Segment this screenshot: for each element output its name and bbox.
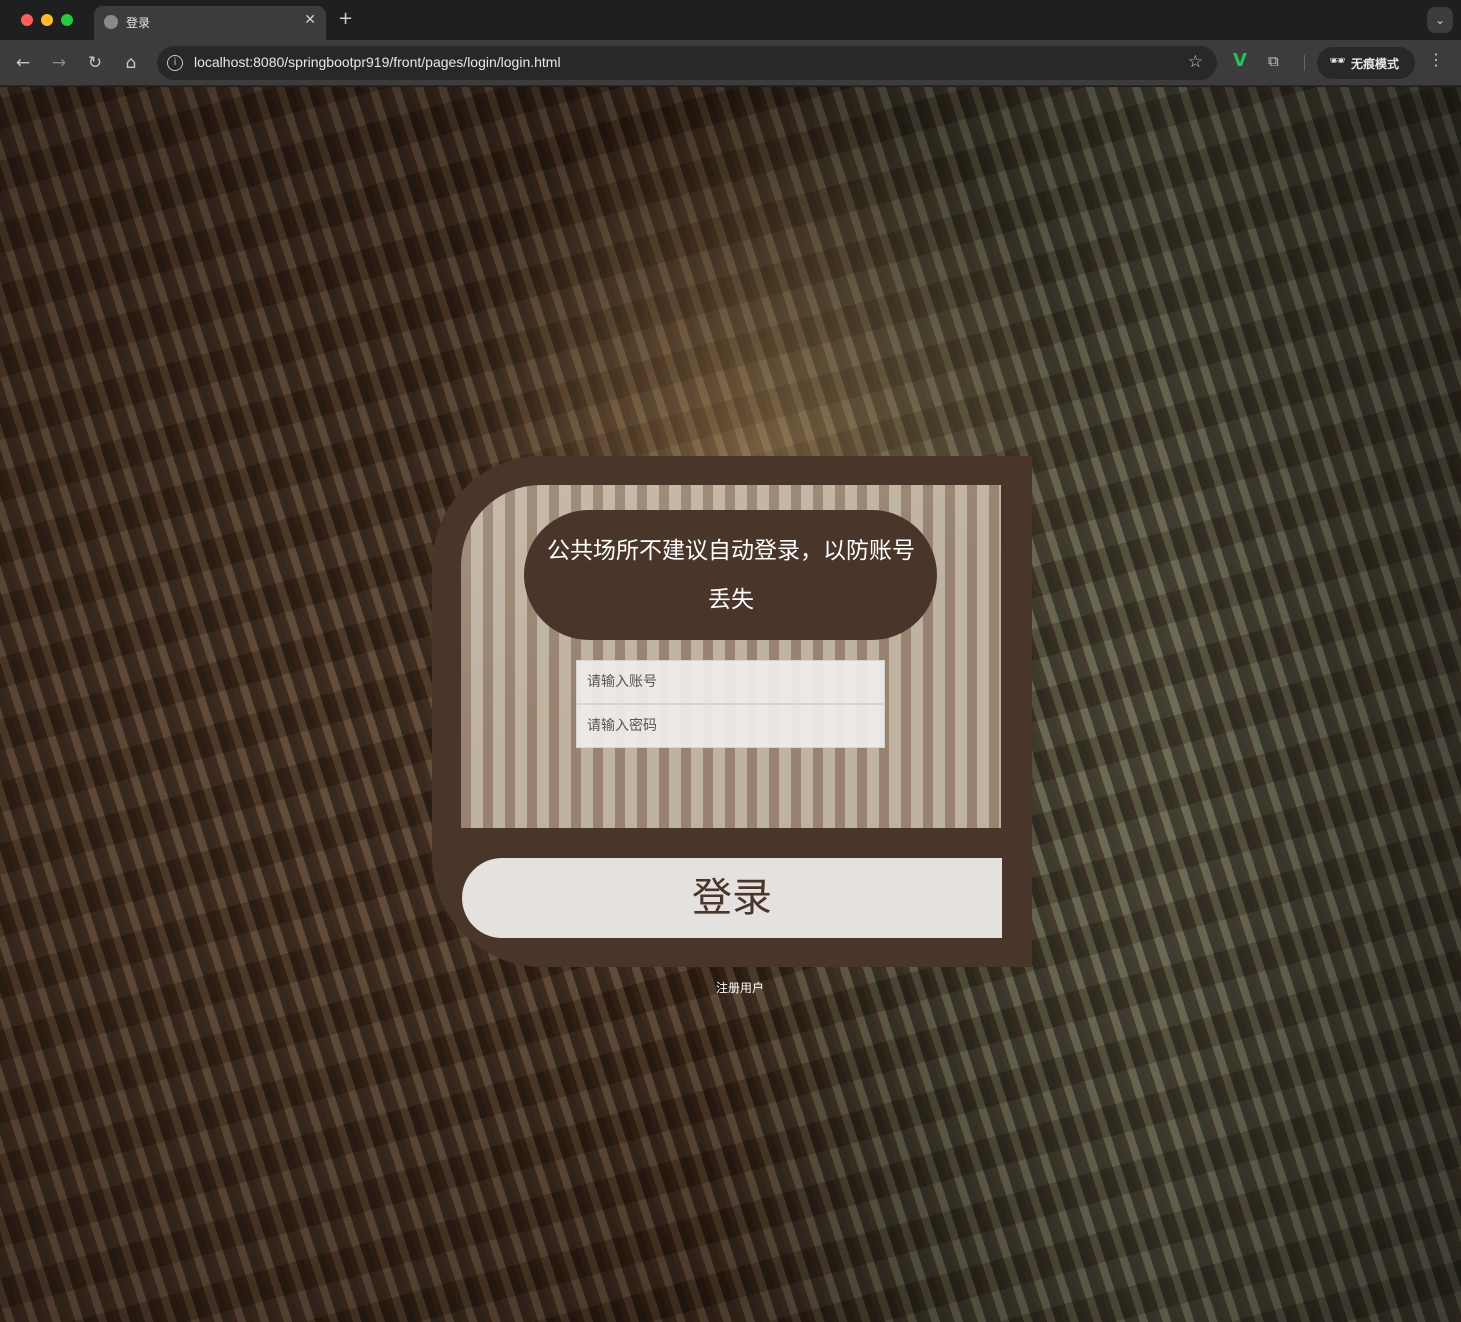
browser-tab-bar: 登录 ✕ + ⌄ <box>0 0 1461 40</box>
browser-toolbar: ← → ↻ ⌂ i localhost:8080/springbootpr919… <box>0 40 1461 86</box>
incognito-icon: 🕶 <box>1329 54 1346 69</box>
info-icon[interactable]: i <box>167 55 183 71</box>
globe-icon <box>104 15 118 29</box>
page-background: 公共场所不建议自动登录，以防账号丢失 登录 注册用户 <box>0 87 1461 1322</box>
kebab-menu-icon[interactable]: ⋮ <box>1428 50 1444 69</box>
incognito-label: 无痕模式 <box>1351 57 1400 71</box>
toolbar-divider <box>1304 55 1305 71</box>
login-button[interactable]: 登录 <box>462 858 1002 938</box>
back-arrow-icon[interactable]: ← <box>11 51 35 75</box>
maximize-window-button[interactable] <box>61 14 73 26</box>
register-link[interactable]: 注册用户 <box>716 979 764 996</box>
close-tab-icon[interactable]: ✕ <box>304 12 316 28</box>
address-bar[interactable]: i localhost:8080/springbootpr919/front/p… <box>157 46 1217 80</box>
notice-text: 公共场所不建议自动登录，以防账号丢失 <box>547 538 915 613</box>
url-text[interactable]: localhost:8080/springbootpr919/front/pag… <box>194 54 561 70</box>
incognito-badge[interactable]: 🕶 无痕模式 <box>1317 47 1415 79</box>
password-input[interactable] <box>576 704 885 748</box>
new-tab-icon[interactable]: + <box>338 8 353 29</box>
minimize-window-button[interactable] <box>41 14 53 26</box>
tab-title: 登录 <box>126 16 151 30</box>
home-icon[interactable]: ⌂ <box>119 51 143 75</box>
login-form-panel: 公共场所不建议自动登录，以防账号丢失 <box>461 485 1001 828</box>
vue-extension-icon[interactable]: V <box>1233 50 1247 71</box>
active-tab[interactable]: 登录 ✕ <box>94 6 326 40</box>
forward-arrow-icon[interactable]: → <box>47 51 71 75</box>
account-input[interactable] <box>576 660 885 704</box>
close-window-button[interactable] <box>21 14 33 26</box>
login-card: 公共场所不建议自动登录，以防账号丢失 登录 <box>432 456 1032 967</box>
reload-icon[interactable]: ↻ <box>83 51 107 75</box>
notice-banner: 公共场所不建议自动登录，以防账号丢失 <box>524 510 937 640</box>
star-icon[interactable]: ☆ <box>1188 52 1203 72</box>
chevron-down-icon[interactable]: ⌄ <box>1427 7 1453 33</box>
puzzle-icon[interactable]: ⧉ <box>1268 52 1279 70</box>
